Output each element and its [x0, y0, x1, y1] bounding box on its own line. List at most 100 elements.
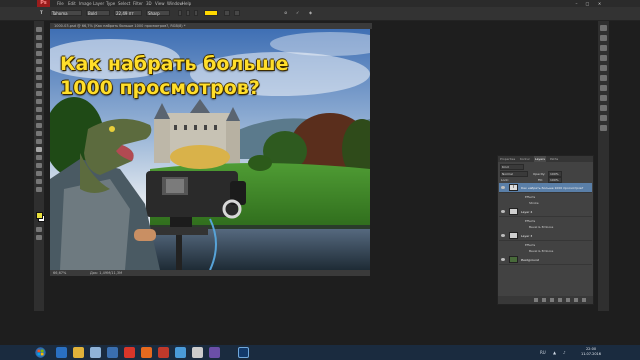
styles-panel-icon[interactable]	[600, 65, 607, 71]
eyedropper-tool-icon[interactable]	[36, 67, 42, 72]
system-clock[interactable]: 22:00 11.07.2016	[580, 347, 602, 357]
screen-mode-icon[interactable]	[36, 235, 42, 240]
photoshop-taskbar-icon[interactable]	[238, 347, 249, 358]
menu-edit[interactable]: Edit	[68, 0, 76, 7]
layer-effect-stroke-row[interactable]: Stroke	[499, 200, 592, 206]
file-explorer-icon[interactable]	[73, 347, 84, 358]
clone-source-panel-icon[interactable]	[600, 105, 607, 111]
text-tool-icon[interactable]: T	[40, 10, 43, 16]
link-layers-icon[interactable]	[534, 298, 538, 302]
zoom-level[interactable]: 66,67%	[53, 270, 66, 276]
character-panel-icon[interactable]	[600, 75, 607, 81]
acrobat-icon[interactable]	[158, 347, 169, 358]
menu-layer[interactable]: Layer	[93, 0, 104, 7]
font-style-select[interactable]: Bold	[86, 10, 110, 16]
adjustments-panel-icon[interactable]	[600, 55, 607, 61]
layer-effect-bevel-row[interactable]: Bevel & Emboss	[499, 248, 592, 254]
foreground-color-swatch[interactable]	[36, 212, 43, 219]
close-icon[interactable]: ✕	[595, 1, 604, 6]
brush-panel-icon[interactable]	[600, 95, 607, 101]
network-icon[interactable]: ▲	[553, 345, 556, 360]
menu-3d[interactable]: 3D	[146, 0, 152, 7]
marquee-tool-icon[interactable]	[36, 35, 42, 40]
blur-tool-icon[interactable]	[36, 123, 42, 128]
dodge-tool-icon[interactable]	[36, 131, 42, 136]
text-color-swatch[interactable]	[204, 10, 218, 16]
swatches-panel-icon[interactable]	[600, 45, 607, 51]
layer-row-layer4[interactable]: Layer 4	[499, 207, 592, 217]
color-panel-icon[interactable]	[600, 35, 607, 41]
cancel-icon[interactable]: ⊘	[284, 10, 287, 16]
history-panel-icon[interactable]	[600, 25, 607, 31]
path-select-tool-icon[interactable]	[36, 155, 42, 160]
menu-view[interactable]: View	[155, 0, 165, 7]
move-tool-icon[interactable]	[36, 27, 42, 32]
visibility-eye-icon[interactable]	[501, 210, 505, 213]
layer-row-background[interactable]: Background	[499, 255, 592, 265]
volume-icon[interactable]: ♪	[563, 345, 566, 360]
crop-tool-icon[interactable]	[36, 59, 42, 64]
pen-tool-icon[interactable]	[36, 139, 42, 144]
notepad-icon[interactable]	[192, 347, 203, 358]
tab-properties[interactable]: Properties	[499, 156, 516, 162]
internet-explorer-icon[interactable]	[56, 347, 67, 358]
add-mask-icon[interactable]	[550, 298, 554, 302]
warp-text-icon[interactable]	[224, 10, 230, 16]
menu-help[interactable]: Help	[182, 0, 191, 7]
clone-stamp-tool-icon[interactable]	[36, 91, 42, 96]
menu-file[interactable]: File	[57, 0, 64, 7]
menu-image[interactable]: Image	[79, 0, 92, 7]
type-tool-icon[interactable]	[36, 147, 42, 152]
tab-layers[interactable]: Layers	[534, 156, 546, 162]
font-size-select[interactable]: 22,49 пт	[114, 10, 142, 16]
zoom-tool-icon[interactable]	[36, 179, 42, 184]
align-right-icon[interactable]	[194, 10, 198, 16]
align-center-icon[interactable]	[186, 10, 190, 16]
chrome-icon[interactable]	[175, 347, 186, 358]
paragraph-panel-icon[interactable]	[600, 85, 607, 91]
new-group-icon[interactable]	[566, 298, 570, 302]
commit-check-icon[interactable]: ✓	[296, 10, 299, 16]
firefox-icon[interactable]	[141, 347, 152, 358]
visibility-eye-icon[interactable]	[501, 186, 505, 189]
layer-filter-select[interactable]: Kind	[500, 164, 524, 170]
history-brush-tool-icon[interactable]	[36, 99, 42, 104]
navigator-panel-icon[interactable]	[600, 125, 607, 131]
healing-tool-icon[interactable]	[36, 75, 42, 80]
browser-icon[interactable]	[107, 347, 118, 358]
delete-layer-icon[interactable]	[582, 298, 586, 302]
windows-start-icon[interactable]	[35, 347, 46, 358]
3d-text-icon[interactable]: ◈	[309, 10, 312, 16]
visibility-eye-icon[interactable]	[501, 234, 505, 237]
tab-kontur[interactable]: Kontur	[519, 156, 531, 162]
layer-row-layer3[interactable]: Layer 3	[499, 231, 592, 241]
quick-select-tool-icon[interactable]	[36, 51, 42, 56]
lasso-tool-icon[interactable]	[36, 43, 42, 48]
align-left-icon[interactable]	[178, 10, 182, 16]
canvas-headline-text[interactable]: Как набрать больше 1000 просмотров?	[60, 52, 288, 100]
font-family-select[interactable]: Tahoma	[50, 10, 82, 16]
minimize-icon[interactable]: –	[572, 1, 581, 6]
menu-window[interactable]: Window	[167, 0, 183, 7]
document-canvas[interactable]: Как набрать больше 1000 просмотров?	[50, 29, 370, 270]
visibility-eye-icon[interactable]	[501, 258, 505, 261]
tab-paths[interactable]: Paths	[549, 156, 559, 162]
character-panel-icon[interactable]	[234, 10, 240, 16]
new-layer-icon[interactable]	[574, 298, 578, 302]
opera-icon[interactable]	[124, 347, 135, 358]
menu-filter[interactable]: Filter	[133, 0, 143, 7]
eraser-tool-icon[interactable]	[36, 107, 42, 112]
quick-mask-icon[interactable]	[36, 227, 42, 232]
gradient-tool-icon[interactable]	[36, 115, 42, 120]
brush-tool-icon[interactable]	[36, 83, 42, 88]
media-icon[interactable]	[209, 347, 220, 358]
add-style-icon[interactable]	[542, 298, 546, 302]
media-player-icon[interactable]	[90, 347, 101, 358]
menu-type[interactable]: Type	[106, 0, 115, 7]
antialias-select[interactable]: Sharp	[146, 10, 170, 16]
edit-toolbar-icon[interactable]	[36, 187, 42, 192]
adjustment-layer-icon[interactable]	[558, 298, 562, 302]
shape-tool-icon[interactable]	[36, 163, 42, 168]
language-indicator[interactable]: RU	[540, 345, 546, 360]
menu-select[interactable]: Select	[118, 0, 130, 7]
